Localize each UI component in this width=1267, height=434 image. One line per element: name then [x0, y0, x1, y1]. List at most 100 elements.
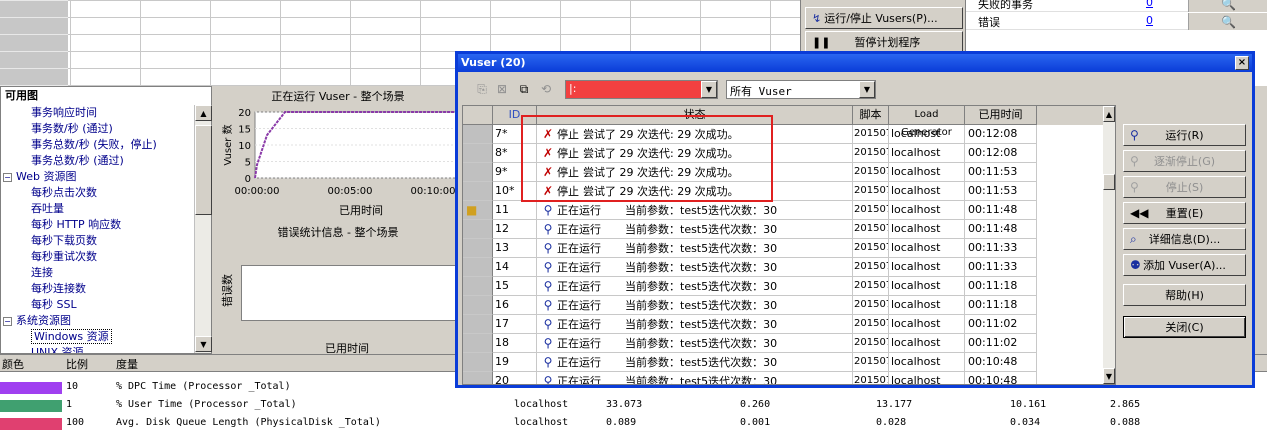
tree-item[interactable]: 事务数/秒 (通过) — [1, 121, 193, 137]
vuser-row[interactable]: 14 ⚲ 正在运行 当前参数：test5迭代次数：30 201507 localhost 0… — [463, 258, 1103, 277]
group-select[interactable]: |: ▼ — [565, 80, 718, 99]
tree-scrollbar[interactable]: ▲ ▼ — [194, 105, 212, 353]
details-button[interactable]: ⌕ 详细信息(D)... — [1123, 228, 1246, 250]
vuser-row-header — [463, 296, 493, 315]
pause-schedule-button[interactable]: ❚❚ 暂停计划程序 — [805, 31, 963, 53]
scroll-thumb[interactable] — [195, 125, 212, 215]
vuser-filter-select[interactable]: 所有 Vuser ▼ — [726, 80, 876, 99]
vuser-grid-scrollbar[interactable]: ▲ ▼ — [1103, 106, 1115, 384]
vuser-row[interactable]: 12 ⚲ 正在运行 当前参数：test5迭代次数：30 201507 localhost 0… — [463, 220, 1103, 239]
vuser-row[interactable]: 13 ⚲ 正在运行 当前参数：test5迭代次数：30 201507 localhost 0… — [463, 239, 1103, 258]
tree-item[interactable]: 每秒 SSL — [1, 297, 193, 313]
reset-icon: ◀◀ — [1130, 206, 1149, 220]
tree-group[interactable]: − Web 资源图 — [1, 169, 193, 185]
run-vuser-icon[interactable]: ⎘ — [474, 81, 490, 97]
tree-item[interactable]: Windows 资源 — [1, 329, 193, 345]
scroll-down-icon[interactable]: ▼ — [195, 336, 212, 352]
legend-host: localhost — [514, 417, 569, 428]
running-runner-icon: ⚲ — [543, 317, 553, 331]
magnifier-icon[interactable]: 🔍 — [1188, 13, 1267, 30]
header-load-generator[interactable]: Load Generator — [889, 106, 965, 138]
scroll-thumb[interactable] — [1103, 174, 1115, 190]
tree-item[interactable]: 每秒下载页数 — [1, 233, 193, 249]
chevron-down-icon[interactable]: ▼ — [701, 81, 717, 98]
collapse-icon[interactable]: − — [3, 172, 12, 182]
tree-item-label: 连接 — [31, 266, 53, 279]
scroll-up-icon[interactable]: ▲ — [195, 105, 212, 121]
vuser-script: 201507 — [853, 201, 889, 220]
x-axis-label: 已用时间 — [339, 204, 383, 217]
collapse-icon[interactable]: − — [3, 316, 12, 326]
tree-item[interactable]: 每秒重试次数 — [1, 249, 193, 265]
reset-vuser-icon[interactable]: ⟲ — [538, 81, 554, 97]
vuser-filter-value: 所有 Vuser — [730, 85, 792, 98]
y-tick-label: 0 — [245, 174, 251, 185]
vuser-row[interactable]: 17 ⚲ 正在运行 当前参数：test5迭代次数：30 201507 localhost 0… — [463, 315, 1103, 334]
stop-button[interactable]: ⚲ 停止(S) — [1123, 176, 1246, 198]
running-runner-icon: ⚲ — [543, 203, 553, 217]
vuser-status-message: 当前参数：test5迭代次数：30 — [625, 356, 778, 369]
tree-item[interactable]: 事务总数/秒 (通过) — [1, 153, 193, 169]
vuser-load-generator: localhost — [889, 163, 965, 182]
vuser-status-text: 正在运行 — [557, 204, 601, 217]
vuser-status-message: 当前参数：test5迭代次数：30 — [625, 204, 778, 217]
tree-item[interactable]: UNIX 资源 — [1, 345, 193, 353]
vuser-row[interactable]: 19 ⚲ 正在运行 当前参数：test5迭代次数：30 201507 localhost 0… — [463, 353, 1103, 372]
close-button[interactable]: 关闭(C) — [1123, 316, 1246, 338]
legend-measure: % User Time (Processor _Total) — [116, 399, 297, 410]
vuser-script: 201507 — [853, 220, 889, 239]
y-tick-label: 20 — [238, 108, 251, 119]
button-label: 重置(E) — [1165, 207, 1204, 220]
vuser-load-generator: localhost — [889, 277, 965, 296]
reset-button[interactable]: ◀◀ 重置(E) — [1123, 202, 1246, 224]
magnifier-icon[interactable]: 🔍 — [1188, 0, 1267, 12]
scroll-up-icon[interactable]: ▲ — [1103, 106, 1115, 122]
vuser-row[interactable]: 20 ⚲ 正在运行 当前参数：test5迭代次数：30 201507 localhost 0… — [463, 372, 1103, 385]
vuser-row-header — [463, 220, 493, 239]
header-corner — [463, 106, 493, 125]
tree-item[interactable]: 每秒点击次数 — [1, 185, 193, 201]
vuser-row[interactable]: 16 ⚲ 正在运行 当前参数：test5迭代次数：30 201507 localhost 0… — [463, 296, 1103, 315]
tree-item[interactable]: 事务响应时间 — [1, 105, 193, 121]
legend-v1: 33.073 — [606, 399, 643, 410]
vuser-row[interactable]: 18 ⚲ 正在运行 当前参数：test5迭代次数：30 201507 localhost 0… — [463, 334, 1103, 353]
tree-item[interactable]: 事务总数/秒 (失败，停止) — [1, 137, 193, 153]
y-axis-label: Vuser 数 — [221, 124, 234, 165]
vuser-load-generator: localhost — [889, 315, 965, 334]
run-stop-vusers-button[interactable]: ↯ 运行/停止 Vusers(P)... — [805, 7, 963, 29]
help-button[interactable]: 帮助(H) — [1123, 284, 1246, 306]
run-button[interactable]: ⚲ 运行(R) — [1123, 124, 1246, 146]
chevron-down-icon[interactable]: ▼ — [859, 81, 875, 98]
stop-vuser-icon[interactable]: ⊠ — [494, 81, 510, 97]
header-script[interactable]: 脚本 — [853, 106, 889, 125]
tree-item[interactable]: 每秒连接数 — [1, 281, 193, 297]
tree-item-label: UNIX 资源 — [31, 346, 84, 353]
vuser-row[interactable]: ■ 11 ⚲ 正在运行 当前参数：test5迭代次数：30 201507 localhost… — [463, 201, 1103, 220]
copy-vuser-icon[interactable]: ⧉ — [516, 81, 532, 97]
vuser-load-generator: localhost — [889, 125, 965, 144]
tree-item[interactable]: 吞吐量 — [1, 201, 193, 217]
vuser-status-text: 正在运行 — [557, 375, 601, 385]
close-icon[interactable]: × — [1235, 56, 1249, 70]
tree-group[interactable]: − 系统资源图 — [1, 313, 193, 329]
vuser-status-message: 当前参数：test5迭代次数：30 — [625, 318, 778, 331]
scroll-down-icon[interactable]: ▼ — [1103, 368, 1115, 384]
tree-item[interactable]: 连接 — [1, 265, 193, 281]
status-value-link[interactable]: 0 — [1146, 0, 1153, 9]
vuser-status-text: 正在运行 — [557, 242, 601, 255]
vuser-status-message: 当前参数：test5迭代次数：30 — [625, 223, 778, 236]
add-vuser-button[interactable]: ⚉ 添加 Vuser(A)... — [1123, 254, 1246, 276]
legend-row[interactable]: 100 Avg. Disk Queue Length (PhysicalDisk … — [0, 415, 1267, 433]
tree-item[interactable]: 每秒 HTTP 响应数 — [1, 217, 193, 233]
vuser-elapsed: 00:11:53 — [965, 182, 1037, 201]
vuser-script: 201507 — [853, 239, 889, 258]
vuser-dialog: Vuser (20) × ⎘ ⊠ ⧉ ⟲ |: ▼ 所有 Vuser ▼ ID … — [455, 51, 1255, 388]
vuser-id: 15 — [493, 277, 537, 296]
gradual-stop-button[interactable]: ⚲ 逐渐停止(G) — [1123, 150, 1246, 172]
legend-measure: Avg. Disk Queue Length (PhysicalDisk _To… — [116, 417, 381, 428]
color-swatch — [0, 400, 62, 412]
vuser-row[interactable]: 15 ⚲ 正在运行 当前参数：test5迭代次数：30 201507 localhost 0… — [463, 277, 1103, 296]
legend-row[interactable]: 1 % User Time (Processor _Total) localhost… — [0, 397, 1267, 415]
status-value-link[interactable]: 0 — [1146, 14, 1153, 27]
header-elapsed[interactable]: 已用时间 — [965, 106, 1037, 125]
